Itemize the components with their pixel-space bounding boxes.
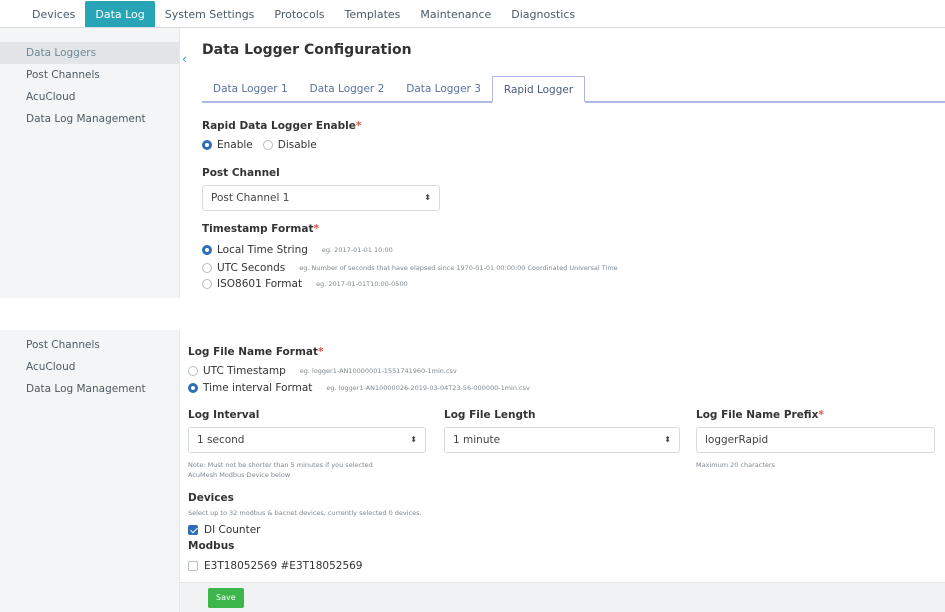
- sidebar-item-acucloud[interactable]: AcuCloud: [0, 356, 179, 378]
- modbus-device-row: E3T18052569 #E3T18052569: [188, 560, 362, 572]
- modbus-device-label: E3T18052569 #E3T18052569: [204, 560, 363, 572]
- timestamp-option-utc: UTC Seconds eg. Number of seconds that h…: [202, 262, 618, 274]
- top-nav: Devices Data Log System Settings Protoco…: [0, 0, 945, 28]
- tab-data-logger-1[interactable]: Data Logger 1: [202, 76, 299, 103]
- modbus-device-checkbox[interactable]: [188, 561, 198, 571]
- log-interval-note-line-1: Note: Must not be shorter than 5 minutes…: [188, 461, 373, 469]
- log-file-name-format-text: Log File Name Format: [188, 346, 318, 358]
- utc-seconds-radio[interactable]: [202, 263, 212, 273]
- devices-label: Devices: [188, 492, 234, 504]
- name-format-option-interval: Time interval Format eg. logger1-AN10000…: [188, 382, 530, 394]
- local-time-radio[interactable]: [202, 245, 212, 255]
- required-mark: *: [355, 120, 362, 132]
- utc-seconds-label: UTC Seconds: [217, 262, 286, 274]
- prefix-label-text: Log File Name Prefix: [696, 409, 819, 421]
- nav-tab-system-settings[interactable]: System Settings: [155, 1, 265, 27]
- select-arrow-icon: ⬍: [424, 193, 431, 202]
- enable-label: Rapid Data Logger Enable*: [202, 120, 361, 132]
- utc-timestamp-example: eg. logger1-AN10000001-1551741960-1min.c…: [299, 367, 457, 375]
- log-file-content: Log File Name Format* UTC Timestamp eg. …: [186, 330, 945, 612]
- di-counter-checkbox-row: DI Counter: [188, 524, 260, 536]
- log-interval-label: Log Interval: [188, 409, 260, 421]
- log-file-name-format-label: Log File Name Format*: [188, 346, 324, 358]
- timestamp-option-local: Local Time String eg. 2017-01-01 10:00: [202, 244, 393, 256]
- logger-config-panel: Data Loggers Post Channels AcuCloud Data…: [0, 28, 945, 298]
- sidebar-item-data-log-management[interactable]: Data Log Management: [0, 108, 179, 130]
- logger-tabs: Data Logger 1 Data Logger 2 Data Logger …: [202, 76, 945, 103]
- sidebar-item-post-channels[interactable]: Post Channels: [0, 64, 179, 86]
- sidebar-item-acucloud[interactable]: AcuCloud: [0, 86, 179, 108]
- di-counter-checkbox[interactable]: [188, 525, 198, 535]
- nav-tab-protocols[interactable]: Protocols: [264, 1, 334, 27]
- enable-label-text: Rapid Data Logger Enable: [202, 120, 356, 132]
- log-file-length-select[interactable]: 1 minute ⬍: [444, 427, 680, 453]
- prefix-input[interactable]: loggerRapid: [696, 427, 935, 453]
- required-mark: *: [313, 223, 319, 235]
- post-channel-label: Post Channel: [202, 167, 280, 179]
- prefix-note: Maximum 20 characters: [696, 461, 775, 469]
- timestamp-label-text: Timestamp Format: [202, 223, 314, 235]
- timestamp-label: Timestamp Format*: [202, 223, 319, 235]
- main-content: Data Logger Configuration Data Logger 1 …: [198, 28, 945, 298]
- local-time-label: Local Time String: [217, 244, 308, 256]
- select-arrow-icon: ⬍: [664, 435, 671, 444]
- collapse-sidebar-icon[interactable]: ‹: [182, 52, 187, 66]
- page-title: Data Logger Configuration: [202, 42, 412, 58]
- name-format-option-utc: UTC Timestamp eg. logger1-AN10000001-155…: [188, 365, 457, 377]
- nav-tab-templates[interactable]: Templates: [334, 1, 410, 27]
- di-counter-label: DI Counter: [204, 524, 261, 536]
- disable-radio-label: Disable: [277, 139, 317, 151]
- log-interval-select[interactable]: 1 second ⬍: [188, 427, 426, 453]
- utc-timestamp-radio[interactable]: [188, 366, 198, 376]
- post-channel-select[interactable]: Post Channel 1 ⬍: [202, 185, 440, 211]
- enable-radio[interactable]: [202, 140, 212, 150]
- sidebar-item-data-log-management[interactable]: Data Log Management: [0, 378, 179, 400]
- tab-data-logger-3[interactable]: Data Logger 3: [395, 76, 492, 103]
- local-time-example: eg. 2017-01-01 10:00: [321, 246, 393, 254]
- iso8601-radio[interactable]: [202, 279, 212, 289]
- devices-note: Select up to 32 modbus & bacnet devices,…: [188, 509, 422, 517]
- nav-tab-data-log[interactable]: Data Log: [85, 1, 155, 27]
- timestamp-option-iso: ISO8601 Format eg. 2017-01-01T10:00-0500: [202, 278, 408, 290]
- tab-data-logger-2[interactable]: Data Logger 2: [299, 76, 396, 103]
- save-bar: Save: [180, 582, 945, 612]
- enable-radio-label: Enable: [217, 139, 253, 151]
- tab-rapid-logger[interactable]: Rapid Logger: [491, 76, 586, 103]
- required-mark: *: [318, 346, 324, 358]
- required-mark: *: [818, 409, 824, 421]
- sidebar-item-data-loggers[interactable]: Data Loggers: [0, 42, 179, 64]
- log-interval-note: Note: Must not be shorter than 5 minutes…: [188, 460, 373, 480]
- nav-tab-devices[interactable]: Devices: [22, 1, 85, 27]
- prefix-label: Log File Name Prefix*: [696, 409, 824, 421]
- nav-tab-maintenance[interactable]: Maintenance: [410, 1, 501, 27]
- save-button[interactable]: Save: [208, 588, 244, 608]
- sidebar: Data Loggers Post Channels AcuCloud Data…: [0, 28, 180, 298]
- modbus-label: Modbus: [188, 540, 235, 552]
- enable-radio-group: Enable Disable: [202, 139, 327, 151]
- sidebar-continued: Post Channels AcuCloud Data Log Manageme…: [0, 330, 180, 612]
- log-file-panel: Post Channels AcuCloud Data Log Manageme…: [0, 330, 945, 612]
- log-interval-note-line-2: AcuMesh Modbus Device below: [188, 471, 291, 479]
- disable-radio[interactable]: [262, 140, 273, 150]
- log-file-length-label: Log File Length: [444, 409, 536, 421]
- iso8601-example: eg. 2017-01-01T10:00-0500: [316, 280, 408, 288]
- time-interval-example: eg. logger1-AN10000026-2019-03-04T23-56-…: [326, 384, 530, 392]
- utc-timestamp-label: UTC Timestamp: [203, 365, 286, 377]
- time-interval-label: Time interval Format: [203, 382, 313, 394]
- utc-seconds-example: eg. Number of seconds that have elapsed …: [299, 264, 618, 272]
- nav-tab-diagnostics[interactable]: Diagnostics: [501, 1, 585, 27]
- select-arrow-icon: ⬍: [410, 435, 417, 444]
- iso8601-label: ISO8601 Format: [217, 278, 303, 290]
- post-channel-value: Post Channel 1: [211, 192, 290, 204]
- log-interval-value: 1 second: [197, 434, 245, 446]
- sidebar-item-post-channels[interactable]: Post Channels: [0, 334, 179, 356]
- log-file-length-value: 1 minute: [453, 434, 501, 446]
- time-interval-radio[interactable]: [188, 383, 198, 393]
